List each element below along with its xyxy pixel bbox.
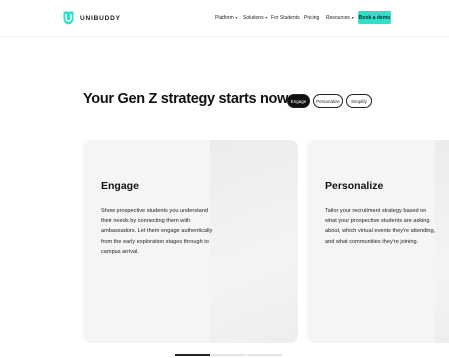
- page-title: Your Gen Z strategy starts now: [83, 91, 289, 107]
- nav-solutions-label: Solutions: [243, 15, 264, 21]
- strategy-tabs: Engage Personalize Simplify: [287, 94, 375, 108]
- book-demo-button[interactable]: Book a demo: [358, 11, 391, 24]
- chevron-down-icon: ▼: [234, 16, 239, 20]
- tab-engage[interactable]: Engage: [287, 94, 310, 108]
- nav-platform-label: Platform: [215, 15, 234, 21]
- site-header: UNIBUDDY Platform ▼ Solutions ▼ For Stud…: [0, 0, 449, 37]
- nav-pricing-label: Pricing: [304, 15, 320, 21]
- brand-logo[interactable]: UNIBUDDY: [63, 10, 121, 26]
- card-description: Tailor your recruitment strategy based o…: [325, 208, 436, 245]
- card-image: [435, 140, 449, 343]
- shield-logo-icon: [63, 11, 74, 25]
- carousel-pager: [175, 354, 283, 356]
- nav-resources[interactable]: Resources ▼: [326, 12, 354, 24]
- nav-for-students-label: For Students: [271, 15, 300, 21]
- feature-card-personalize: Personalize Tailor your recruitment stra…: [307, 140, 449, 343]
- nav-resources-label: Resources: [326, 15, 350, 21]
- card-image: [210, 140, 298, 343]
- tab-simplify[interactable]: Simplify: [346, 94, 372, 108]
- feature-card-engage: Engage Show prospective students you und…: [83, 140, 298, 343]
- pager-segment[interactable]: [247, 354, 282, 356]
- card-title: Engage: [101, 180, 139, 192]
- card-title: Personalize: [325, 180, 384, 192]
- card-description: Show prospective students you understand…: [101, 208, 213, 255]
- nav-platform[interactable]: Platform ▼: [215, 12, 238, 24]
- pager-segment[interactable]: [211, 354, 246, 356]
- tab-personalize[interactable]: Personalize: [313, 94, 343, 108]
- chevron-down-icon: ▼: [264, 16, 269, 20]
- nav-for-students[interactable]: For Students: [271, 12, 300, 24]
- pager-segment[interactable]: [175, 354, 210, 356]
- brand-name: UNIBUDDY: [80, 14, 121, 22]
- nav-solutions[interactable]: Solutions ▼: [243, 12, 268, 24]
- chevron-down-icon: ▼: [350, 16, 355, 20]
- nav-pricing[interactable]: Pricing: [304, 12, 319, 24]
